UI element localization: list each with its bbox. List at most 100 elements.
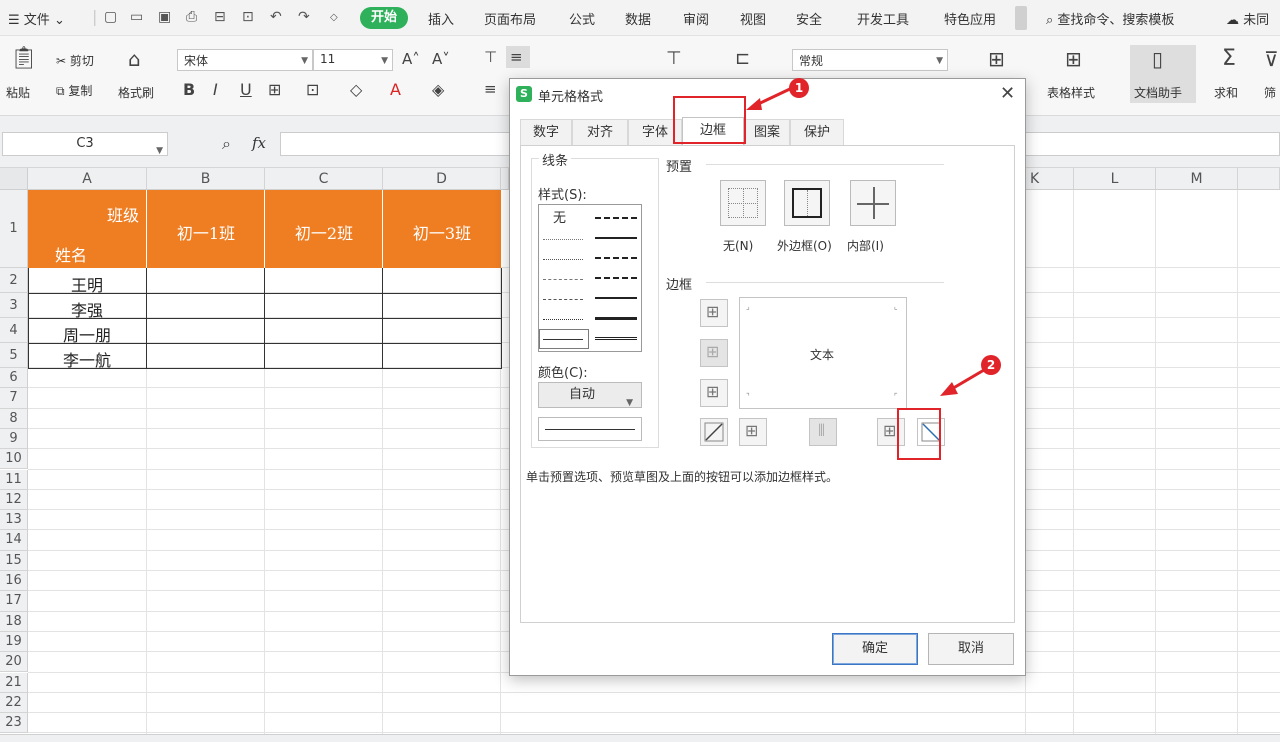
export-icon[interactable]: ⊡: [242, 9, 254, 25]
open-folder-icon[interactable]: ▭: [130, 9, 143, 25]
row-header[interactable]: 5: [0, 343, 28, 368]
tab-number[interactable]: 数字: [520, 119, 572, 145]
sync-status[interactable]: ☁ 未同: [1226, 9, 1269, 28]
line-style-option[interactable]: [543, 279, 583, 280]
select-all-corner[interactable]: [0, 168, 28, 190]
column-header-a[interactable]: A: [28, 168, 147, 190]
tab-review[interactable]: 审阅: [683, 9, 709, 28]
column-header-e[interactable]: [501, 168, 509, 190]
tab-page-layout[interactable]: 页面布局: [484, 9, 536, 28]
format-painter-button[interactable]: 格式刷: [118, 84, 154, 101]
column-header-k[interactable]: K: [1026, 168, 1074, 190]
format-painter-icon[interactable]: ⌂: [128, 49, 141, 69]
column-header-d[interactable]: D: [383, 168, 501, 190]
line-style-option[interactable]: [543, 259, 583, 260]
wrap-text-icon[interactable]: ⊤: [666, 50, 682, 68]
cancel-button[interactable]: 取消: [928, 633, 1014, 665]
line-style-option[interactable]: [595, 257, 637, 259]
decrease-font-icon[interactable]: A˅: [432, 50, 450, 68]
undo-icon[interactable]: ↶: [270, 9, 282, 25]
row-header[interactable]: 19: [0, 631, 28, 653]
underline-icon[interactable]: U: [240, 81, 252, 99]
row-header[interactable]: 8: [0, 408, 28, 429]
align-top-icon[interactable]: ⊤: [484, 48, 497, 66]
conditional-format-icon[interactable]: ⊞: [988, 49, 1005, 69]
cell-c1[interactable]: 初一2班: [265, 220, 383, 244]
line-style-selected[interactable]: [539, 329, 589, 349]
tab-developer[interactable]: 开发工具: [857, 9, 909, 28]
name-box[interactable]: C3 ▼: [2, 132, 168, 156]
row-header[interactable]: 3: [0, 293, 28, 318]
cell-a3[interactable]: 李强: [28, 297, 146, 321]
column-header-l[interactable]: L: [1074, 168, 1156, 190]
preset-none-button[interactable]: [720, 180, 766, 226]
row-header[interactable]: 1: [0, 190, 28, 268]
row-header[interactable]: 22: [0, 692, 28, 714]
line-style-option[interactable]: [595, 297, 637, 299]
copy-button[interactable]: ⧉ 复制: [56, 82, 92, 99]
row-header[interactable]: 16: [0, 571, 28, 592]
color-select[interactable]: 自动 ▼: [538, 382, 642, 408]
row-header[interactable]: 17: [0, 591, 28, 612]
line-style-option[interactable]: [543, 319, 583, 320]
row-header[interactable]: 23: [0, 713, 28, 734]
file-menu[interactable]: ☰ 文件 ⌄: [8, 9, 65, 28]
line-style-option[interactable]: [595, 217, 637, 219]
cell-style-icon[interactable]: ⊡: [306, 81, 319, 99]
redo-icon[interactable]: ↷: [298, 9, 310, 25]
fill-color-icon[interactable]: ◇: [350, 81, 362, 99]
row-header[interactable]: 4: [0, 318, 28, 343]
row-header[interactable]: 18: [0, 611, 28, 632]
tab-scroll-handle[interactable]: [1015, 6, 1027, 30]
tab-insert[interactable]: 插入: [428, 9, 454, 28]
table-style-icon[interactable]: ⊞: [1065, 49, 1082, 69]
merge-icon[interactable]: ⊏: [735, 50, 750, 68]
tab-special[interactable]: 特色应用: [944, 9, 996, 28]
tab-formulas[interactable]: 公式: [569, 9, 595, 28]
number-format-select[interactable]: 常规 ▼: [792, 49, 948, 71]
italic-icon[interactable]: I: [213, 81, 218, 99]
save-icon[interactable]: ▣: [158, 9, 171, 25]
borders-icon[interactable]: ⊞: [268, 81, 281, 99]
line-style-option[interactable]: [595, 277, 637, 279]
paste-icon[interactable]: 📋︎: [10, 48, 38, 70]
tab-start[interactable]: 开始: [360, 7, 408, 29]
font-name-select[interactable]: 宋体 ▼: [177, 49, 313, 71]
line-style-none[interactable]: 无: [553, 207, 566, 226]
new-file-icon[interactable]: ▢: [104, 9, 117, 25]
column-header-b[interactable]: B: [147, 168, 265, 190]
cell-a2[interactable]: 王明: [28, 272, 146, 296]
sheet-tab-bar[interactable]: [0, 734, 1280, 742]
bold-icon[interactable]: B: [183, 81, 195, 99]
preset-inside-button[interactable]: [850, 180, 896, 226]
ok-button[interactable]: 确定: [832, 633, 918, 665]
sum-button[interactable]: 求和: [1214, 84, 1238, 101]
row-header[interactable]: 15: [0, 550, 28, 571]
table-style-button[interactable]: 表格样式: [1047, 84, 1095, 101]
paste-button[interactable]: 粘贴: [6, 84, 30, 101]
fx-icon[interactable]: fx: [252, 134, 266, 152]
cell-b1[interactable]: 初一1班: [147, 220, 265, 244]
align-left-icon[interactable]: ≡: [484, 80, 497, 98]
row-header[interactable]: 6: [0, 368, 28, 389]
row-header[interactable]: 14: [0, 530, 28, 551]
column-header-m[interactable]: M: [1156, 168, 1238, 190]
border-diagonal-up-button[interactable]: [700, 418, 728, 446]
row-header[interactable]: 7: [0, 388, 28, 409]
tab-data[interactable]: 数据: [625, 9, 651, 28]
tab-protection[interactable]: 保护: [790, 119, 844, 145]
border-inside-v-button[interactable]: ⦀: [809, 418, 837, 446]
tab-view[interactable]: 视图: [740, 9, 766, 28]
border-bottom-button[interactable]: ⊞: [700, 379, 728, 407]
filter-icon[interactable]: ⊽: [1264, 49, 1279, 69]
close-icon[interactable]: ✕: [1000, 83, 1015, 104]
row-header[interactable]: 12: [0, 489, 28, 511]
line-style-option[interactable]: [543, 239, 583, 240]
font-color-icon[interactable]: A: [390, 81, 401, 99]
preset-outline-button[interactable]: [784, 180, 830, 226]
row-header[interactable]: 9: [0, 428, 28, 450]
cell-a4[interactable]: 周一朋: [28, 322, 146, 346]
row-header[interactable]: 20: [0, 652, 28, 673]
line-style-option[interactable]: [595, 237, 637, 239]
tab-security[interactable]: 安全: [796, 9, 822, 28]
